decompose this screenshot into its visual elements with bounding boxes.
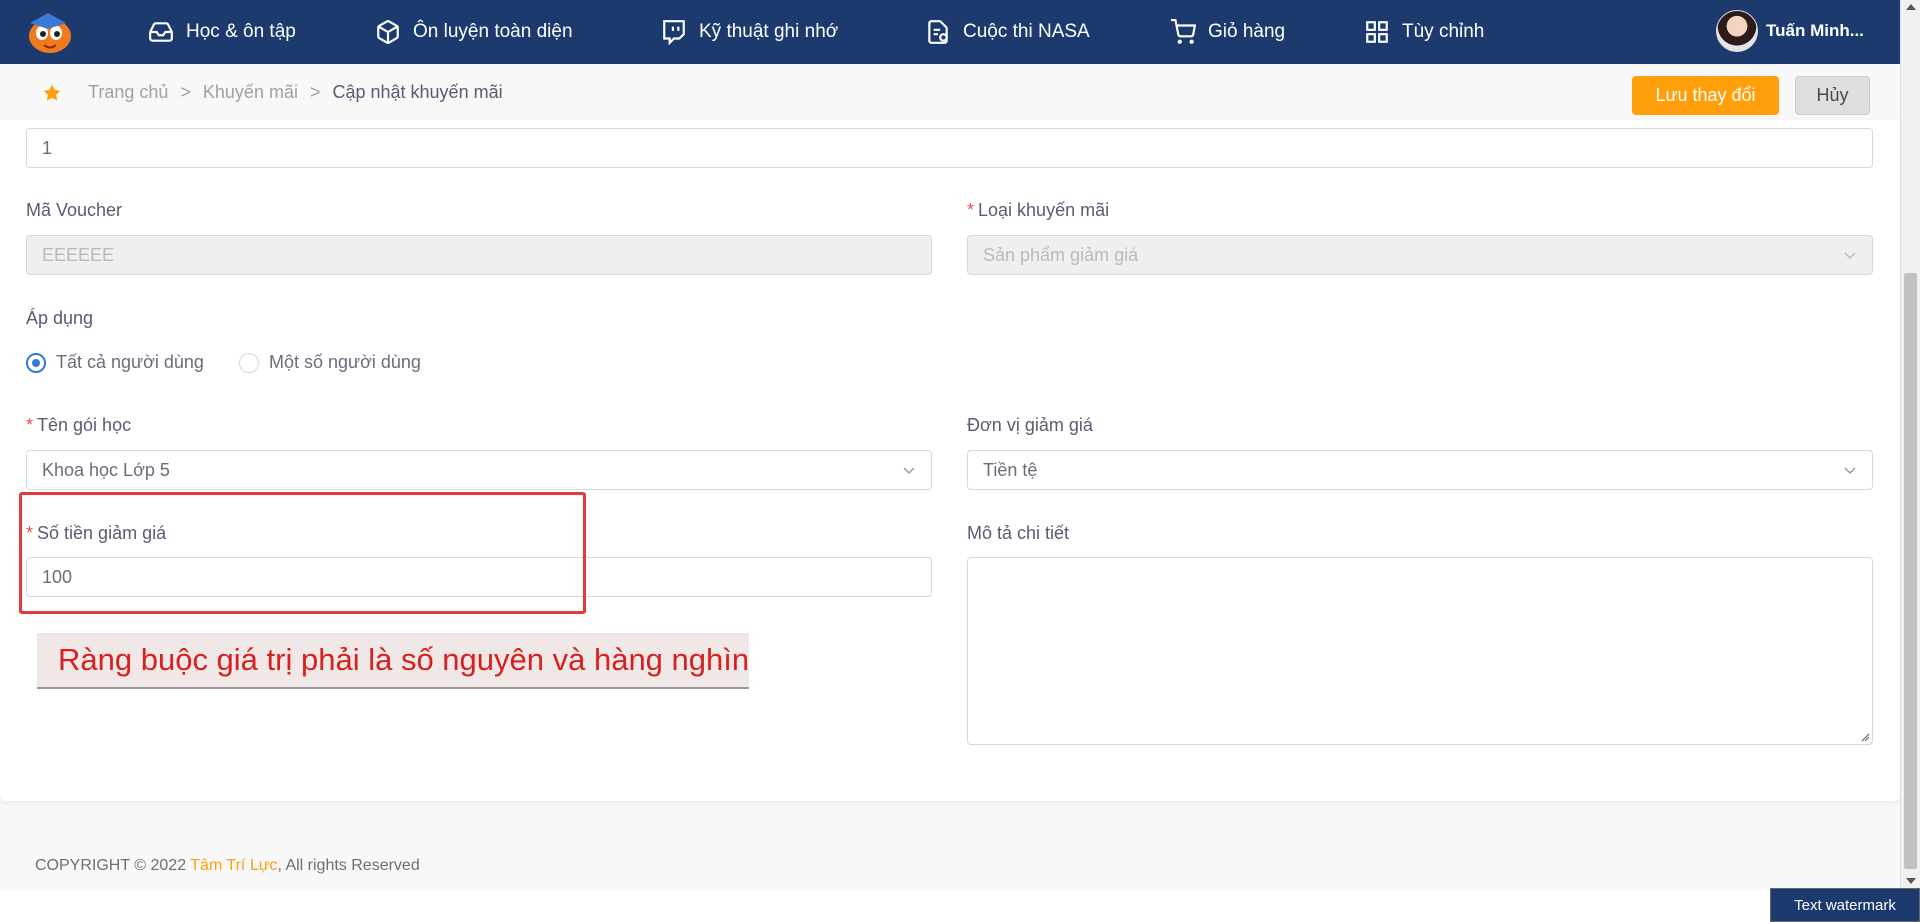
breadcrumb-separator: > — [180, 82, 191, 102]
top-value-input[interactable]: 1 — [26, 128, 1873, 168]
breadcrumb: Trang chủ > Khuyến mãi > Cập nhật khuyến… — [42, 82, 503, 103]
voucher-input: EEEEEE — [26, 235, 932, 275]
scrollbar-thumb[interactable] — [1904, 273, 1917, 869]
nav-item-label: Học & ôn tập — [186, 21, 296, 42]
twitch-icon — [663, 20, 685, 45]
description-label: Mô tả chi tiết — [967, 523, 1070, 543]
radio-label: Tất cả người dùng — [56, 352, 204, 372]
chevron-down-icon — [1844, 252, 1856, 260]
breadcrumb-separator: > — [309, 82, 321, 102]
avatar — [1716, 10, 1758, 52]
footer-brand-link[interactable]: Tâm Trí Lực — [190, 857, 277, 874]
user-name: Tuấn Minh... — [1766, 21, 1864, 40]
nav-item-tuy-chinh[interactable]: Tùy chỉnh — [1364, 0, 1484, 64]
footer-prefix: COPYRIGHT © 2022 — [35, 857, 191, 874]
user-menu[interactable]: Tuấn Minh... — [1716, 10, 1864, 52]
nav-item-label: Cuộc thi NASA — [963, 21, 1090, 42]
nav-item-ky-thuat[interactable]: Kỹ thuật ghi nhớ — [661, 0, 838, 64]
resize-grip-icon[interactable] — [1860, 732, 1870, 742]
required-mark: * — [26, 415, 34, 435]
vertical-scrollbar[interactable] — [1900, 0, 1920, 890]
scroll-up-arrow-icon[interactable] — [1906, 4, 1916, 10]
top-navbar: Học & ôn tập Ôn luyện toàn diện Kỹ thuật… — [0, 0, 1900, 64]
radio-all-users[interactable]: Tất cả người dùng — [26, 352, 204, 373]
package-select[interactable]: Khoa học Lớp 5 — [26, 450, 932, 490]
file-check-icon — [928, 20, 948, 44]
cancel-button[interactable]: Hủy — [1795, 76, 1870, 115]
nav-item-label: Tùy chỉnh — [1402, 21, 1485, 42]
star-icon — [43, 84, 61, 101]
bottom-strip — [0, 890, 1920, 922]
nav-item-on-luyen[interactable]: Ôn luyện toàn diện — [375, 0, 573, 64]
promo-type-label: * Loại khuyến mãi — [967, 200, 1110, 220]
required-mark: * — [967, 200, 975, 220]
cart-icon — [1171, 19, 1196, 44]
footer-copyright: COPYRIGHT © 2022 Tâm Trí Lực, All rights… — [35, 857, 420, 875]
highlight-box — [19, 492, 586, 614]
breadcrumb-home[interactable]: Trang chủ — [88, 82, 168, 103]
chevron-down-icon — [903, 467, 915, 475]
promo-type-select: Sản phẩm giảm giá — [967, 235, 1873, 275]
radio-button-checked[interactable] — [26, 352, 46, 373]
breadcrumb-current: Cập nhật khuyến mãi — [332, 82, 503, 102]
app-logo[interactable] — [22, 9, 74, 55]
footer-suffix: , All rights Reserved — [277, 857, 420, 874]
radio-button[interactable] — [239, 352, 259, 373]
nav-item-gio-hang[interactable]: Giỏ hàng — [1170, 0, 1285, 64]
save-button[interactable]: Lưu thay đổi — [1632, 76, 1779, 115]
radio-label: Một số người dùng — [269, 352, 421, 372]
grid-icon — [1366, 21, 1388, 43]
inbox-icon — [149, 22, 173, 42]
package-label: * Tên gói học — [26, 415, 132, 435]
apply-label: Áp dụng — [26, 308, 94, 328]
discount-unit-select[interactable]: Tiền tệ — [967, 450, 1873, 490]
discount-unit-label: Đơn vị giảm giá — [967, 415, 1093, 435]
nav-item-label: Ôn luyện toàn diện — [413, 21, 573, 42]
radio-some-users[interactable]: Một số người dùng — [239, 352, 421, 373]
voucher-label: Mã Voucher — [26, 200, 123, 220]
nav-item-label: Kỹ thuật ghi nhớ — [699, 21, 839, 42]
breadcrumb-parent[interactable]: Khuyến mãi — [203, 82, 298, 103]
text-watermark: Text watermark — [1770, 888, 1920, 922]
scroll-down-arrow-icon[interactable] — [1906, 878, 1916, 884]
description-textarea[interactable] — [967, 557, 1873, 745]
nav-item-cuoc-thi[interactable]: Cuộc thi NASA — [925, 0, 1090, 64]
chevron-down-icon — [1844, 467, 1856, 475]
cube-icon — [377, 20, 399, 44]
nav-item-label: Giỏ hàng — [1208, 21, 1286, 42]
annotation-note: Ràng buộc giá trị phải là số nguyên và h… — [37, 633, 749, 689]
nav-item-hoc-on-tap[interactable]: Học & ôn tập — [148, 0, 296, 64]
